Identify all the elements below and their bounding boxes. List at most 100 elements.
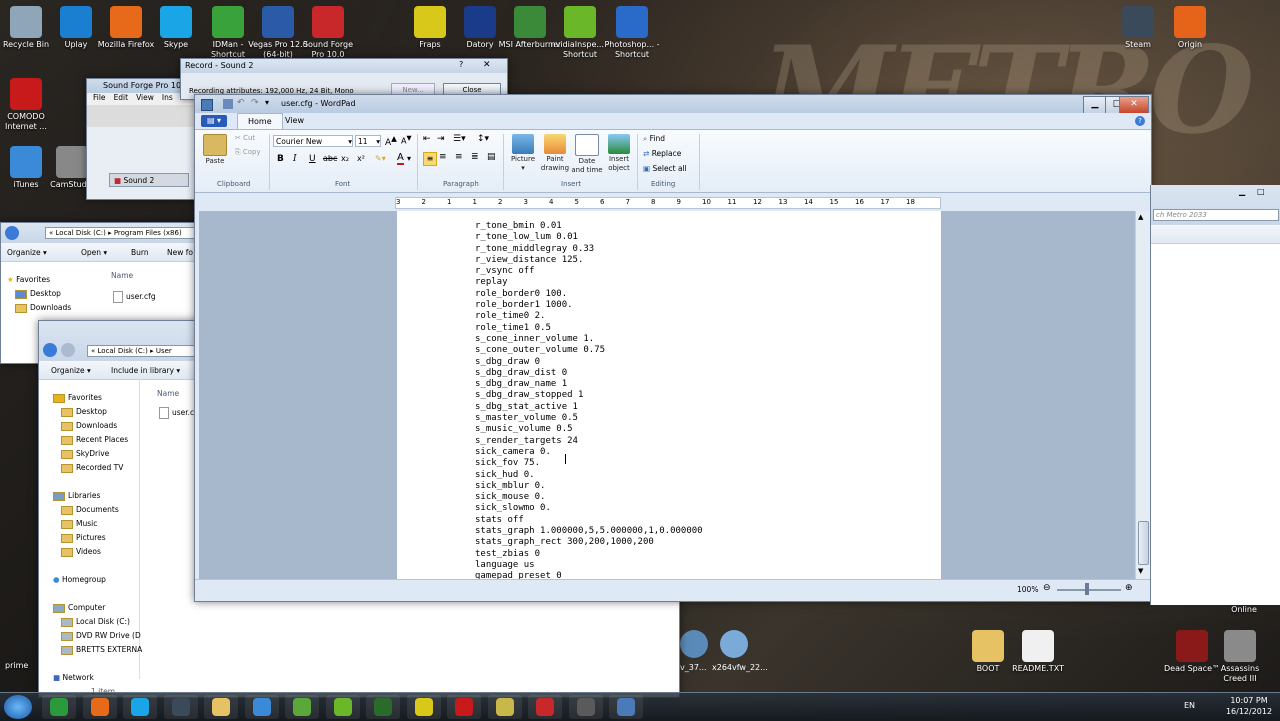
open-menu[interactable]: Open ▾ (81, 248, 107, 257)
clock-date[interactable]: 16/12/2012 (1224, 707, 1274, 716)
taskbar-datory-icon[interactable] (366, 695, 400, 719)
nav-item[interactable]: Downloads (61, 421, 117, 431)
ruler[interactable]: 3 2 1 1 2 3 4 5 6 7 8 9 10 11 12 13 14 15 16 17 18 (395, 197, 941, 209)
back-arrow-icon[interactable] (43, 343, 57, 357)
minimize-button[interactable]: ▁ (1239, 187, 1245, 196)
maximize-button[interactable]: □ (1257, 187, 1265, 196)
vertical-scrollbar[interactable]: ▲ ▼ (1135, 211, 1150, 579)
align-right-icon[interactable]: ≡ (455, 152, 463, 162)
taskbar-steam-icon[interactable] (163, 695, 198, 719)
redo-icon[interactable]: ↷ (251, 98, 259, 108)
increase-indent-icon[interactable]: ⇥ (437, 134, 445, 144)
date-time-button[interactable]: Date and time (571, 134, 603, 175)
taskbar-cpuz-icon[interactable] (568, 695, 603, 719)
menu-item[interactable]: View (136, 93, 154, 102)
burn-button[interactable]: Burn (131, 248, 149, 257)
nav-item[interactable]: Recorded TV (61, 463, 123, 473)
replace-button[interactable]: ⇄ Replace (643, 149, 681, 158)
nav-homegroup[interactable]: ● Homegroup (53, 575, 106, 584)
scrollbar-thumb[interactable] (1138, 521, 1149, 565)
picture-button[interactable]: Picture ▾ (507, 134, 539, 173)
help-icon[interactable]: ? (1135, 116, 1145, 126)
desktop.icons_right-shortcut[interactable]: Origin (1158, 6, 1222, 50)
font-color-dropdown-icon[interactable]: ▾ (407, 154, 411, 163)
taskbar-wordpad-icon[interactable] (609, 695, 643, 719)
shrink-font-icon[interactable]: A▼ (401, 134, 412, 146)
paste-button[interactable]: Paste (203, 134, 227, 166)
organize-menu[interactable]: Organize ▾ (7, 248, 47, 257)
close-icon[interactable]: ✕ (483, 60, 491, 70)
align-center-icon[interactable]: ≡ (439, 152, 447, 162)
menu-item[interactable]: Ins (162, 93, 173, 102)
copy-button[interactable]: ⎘ Copy (235, 148, 261, 157)
back-arrow-icon[interactable] (5, 226, 19, 240)
subscript-icon[interactable]: x₂ (341, 154, 349, 163)
path-segment[interactable]: Local Disk (C:) (56, 229, 106, 237)
scroll-down-icon[interactable]: ▼ (1138, 567, 1143, 575)
menu-item[interactable]: File (93, 93, 106, 102)
nav-item[interactable]: Computer (53, 603, 105, 613)
forward-arrow-icon[interactable] (61, 343, 75, 357)
path-segment[interactable]: Program Files (x86) (114, 229, 182, 237)
file-item[interactable]: user.cfg (113, 291, 156, 303)
nav-item[interactable]: Documents (61, 505, 119, 515)
soundforge-tab[interactable]: ■ Sound 2 (109, 173, 189, 187)
new-folder-button[interactable]: New fo (167, 248, 193, 257)
include-library-menu[interactable]: Include in library ▾ (111, 366, 180, 375)
bold-icon[interactable]: B (277, 154, 284, 164)
nav-network[interactable]: ■ Network (53, 673, 94, 682)
search-box[interactable]: ch Metro 2033 (1153, 209, 1279, 221)
desktop.icons_bottom-shortcut[interactable]: Assassins Creed III (1208, 630, 1272, 684)
wordpad-window[interactable]: ↶ ↷ ▾ user.cfg - WordPad ▁ □ ✕ ▤ ▾ Home … (194, 94, 1152, 602)
scroll-up-icon[interactable]: ▲ (1138, 213, 1143, 221)
zoom-out-icon[interactable]: ⊖ (1043, 583, 1051, 593)
menu-item[interactable]: Edit (114, 93, 129, 102)
underline-icon[interactable]: U (309, 154, 316, 164)
file-menu-button[interactable]: ▤ ▾ (201, 115, 227, 127)
taskbar-skype-icon[interactable] (123, 695, 157, 719)
language-indicator[interactable]: EN (1184, 701, 1195, 710)
nav-item[interactable]: Videos (61, 547, 101, 557)
decrease-indent-icon[interactable]: ⇤ (423, 134, 431, 144)
font-family-select[interactable]: Courier New ▾ (273, 135, 353, 147)
help-icon[interactable]: ? (459, 60, 463, 69)
desktop.icons_bottom-shortcut[interactable]: README.TXT (1006, 630, 1070, 674)
nav-desktop[interactable]: Desktop (15, 289, 61, 299)
select-all-button[interactable]: ▣ Select all (643, 164, 687, 173)
minimize-button[interactable]: ▁ (1083, 96, 1107, 114)
x264-a-icon[interactable] (680, 630, 708, 658)
cut-button[interactable]: ✂ Cut (235, 134, 255, 143)
line-spacing-icon[interactable]: ↕▾ (477, 134, 489, 144)
nav-item[interactable]: Music (61, 519, 97, 529)
taskbar-msi-icon[interactable] (447, 695, 481, 719)
quick-access-dropdown-icon[interactable]: ▾ (265, 98, 269, 107)
nav-item[interactable]: Desktop (61, 407, 107, 417)
taskbar-soundforge-icon[interactable] (528, 695, 562, 719)
clock-time[interactable]: 10:07 PM (1224, 696, 1274, 705)
strikethrough-icon[interactable]: abc (323, 154, 337, 163)
nav-item[interactable]: Libraries (53, 491, 100, 501)
prime-label[interactable]: prime (5, 661, 28, 670)
taskbar-firefox-icon[interactable] (82, 695, 117, 719)
address-bar[interactable]: « Local Disk (C:) ▸ Program Files (x86) (45, 227, 195, 239)
font-color-icon[interactable]: A (397, 152, 404, 165)
desktop.icons_left-shortcut[interactable]: Sound Forge Pro 10.0 (296, 6, 360, 60)
nav-favorites[interactable]: ★ Favorites (7, 275, 50, 284)
start-button[interactable] (4, 695, 32, 719)
x264-b-icon[interactable] (720, 630, 748, 658)
insert-object-button[interactable]: Insert object (603, 134, 635, 173)
nav-item[interactable]: Recent Places (61, 435, 128, 445)
nav-item[interactable]: BRETTS EXTERNA (61, 645, 142, 655)
wordpad-app-icon[interactable] (201, 99, 213, 111)
taskbar-winrar-icon[interactable] (487, 695, 522, 719)
document-page[interactable]: r_tone_bmin 0.01 r_tone_low_lum 0.01 r_ton… (397, 211, 941, 579)
taskbar-chrome-icon[interactable] (42, 695, 76, 719)
nav-item[interactable]: Favorites (53, 393, 102, 403)
italic-icon[interactable]: I (293, 154, 297, 164)
taskbar-itunes-icon[interactable] (244, 695, 279, 719)
column-name[interactable]: Name (157, 389, 179, 398)
zoom-in-icon[interactable]: ⊕ (1125, 583, 1133, 593)
superscript-icon[interactable]: x² (357, 154, 365, 163)
highlight-icon[interactable]: ✎▾ (375, 154, 386, 163)
nav-item[interactable]: Local Disk (C:) (61, 617, 130, 627)
